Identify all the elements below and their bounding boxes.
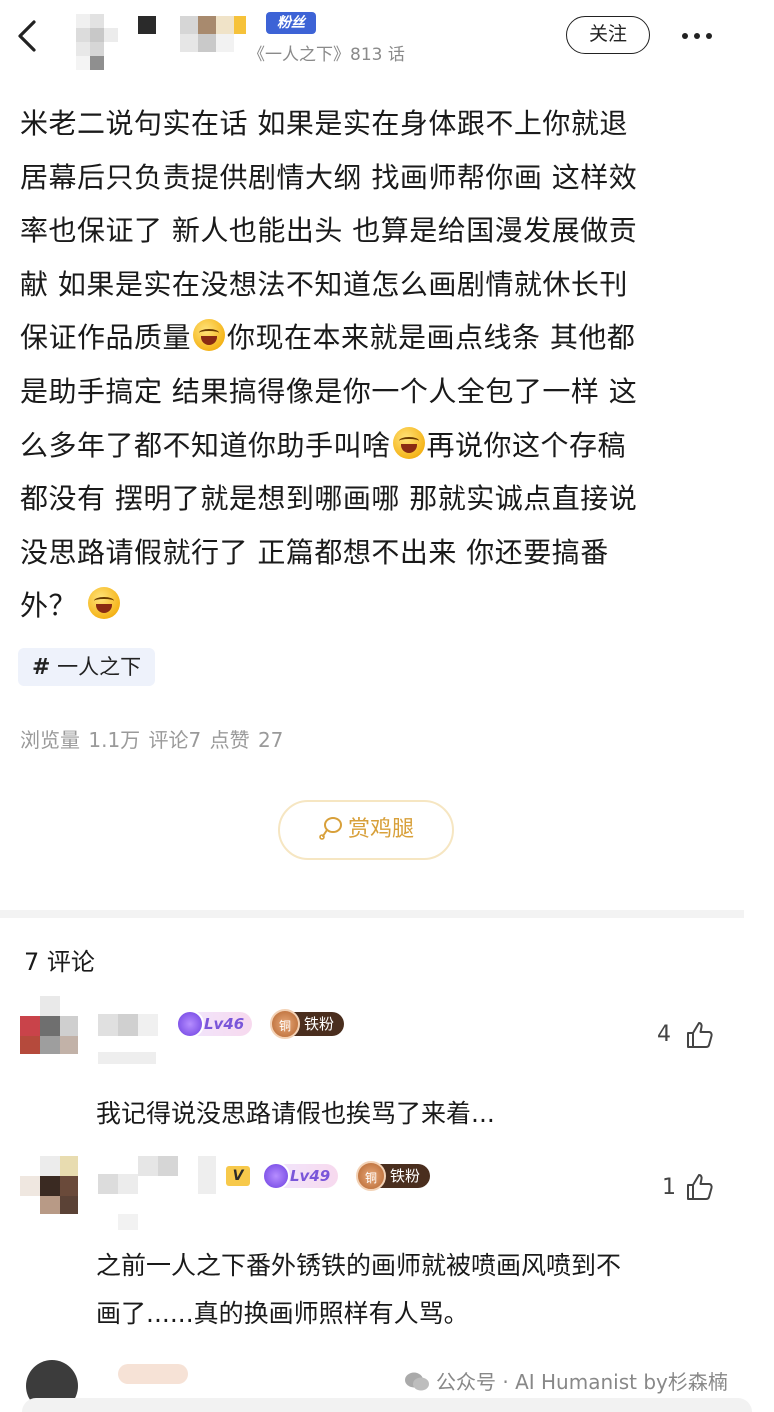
post-stats: 浏览量 1.1万 评论7 点赞 27 xyxy=(20,728,284,752)
laugh-cry-emoji-icon xyxy=(193,319,226,352)
reward-button[interactable]: 赏鸡腿 xyxy=(278,800,454,860)
commenter-name[interactable] xyxy=(98,1014,158,1038)
post-line-segment: 外？ xyxy=(20,589,78,623)
post-line: 率也保证了 新人也能出头 也算是给国漫发展做贡 xyxy=(20,214,638,248)
level-label: Lv49 xyxy=(290,1167,331,1185)
level-icon xyxy=(262,1162,290,1190)
post-line: 么多年了都不知道你助手叫啥 再说你这个存稿 xyxy=(20,419,734,473)
comment-text: 之前一人之下番外锈铁的画师就被喷画风喷到不 画了......真的换画师照样有人骂… xyxy=(96,1242,621,1338)
post-line-segment: 你现在本来就是画点线条 其他都 xyxy=(227,321,636,355)
thumb-up-icon[interactable] xyxy=(684,1172,714,1202)
post-content: 米老二说句实在话 如果是实在身体跟不上你就退 居幕后只负责提供剧情大纲 找画师帮… xyxy=(20,97,734,633)
commenter-avatar[interactable] xyxy=(20,1156,78,1214)
comment-meta-blur xyxy=(98,1052,156,1064)
commenter-name[interactable] xyxy=(98,1156,218,1230)
topic-tag[interactable]: # 一人之下 xyxy=(18,648,156,686)
fan-level-badge: 铜 铁粉 xyxy=(270,1009,345,1039)
author-name[interactable] xyxy=(136,14,248,54)
fan-level-label: 铁粉 xyxy=(304,1015,335,1033)
fan-level-badge: 铜 铁粉 xyxy=(356,1161,431,1191)
medal-icon: 铜 xyxy=(270,1009,300,1039)
user-level-badge xyxy=(118,1364,188,1384)
user-level-badge: Lv46 xyxy=(176,1010,253,1038)
fan-level-label: 铁粉 xyxy=(390,1167,421,1185)
laugh-cry-emoji-icon xyxy=(88,587,121,620)
post-line: 米老二说句实在话 如果是实在身体跟不上你就退 xyxy=(20,107,628,140)
post-line-segment: 保证作品质量 xyxy=(20,321,192,355)
medal-icon: 铜 xyxy=(356,1161,386,1191)
bottom-input-bar[interactable] xyxy=(22,1398,752,1412)
follow-button[interactable]: 关注 xyxy=(566,16,650,54)
laugh-cry-emoji-icon xyxy=(392,426,425,459)
back-arrow-icon[interactable] xyxy=(14,18,44,54)
comment-text: 我记得说没思路请假也挨骂了来着... xyxy=(96,1099,495,1128)
post-line: 献 如果是实在没想法不知道怎么画剧情就休长刊 xyxy=(20,267,628,301)
drumstick-icon xyxy=(319,817,342,840)
post-line: 保证作品质量 你现在本来就是画点线条 其他都 xyxy=(20,311,734,365)
hash-icon: # xyxy=(32,655,51,680)
section-divider xyxy=(0,910,744,918)
series-chapter-info[interactable]: 《一人之下》813 话 xyxy=(248,40,405,65)
level-icon xyxy=(176,1010,204,1038)
like-count: 4 xyxy=(657,1022,671,1047)
post-line: 都没有 摆明了就是想到哪画哪 那就实诚点直接说 xyxy=(20,482,638,516)
comments-title: 7 评论 xyxy=(24,948,95,976)
topic-label: 一人之下 xyxy=(57,655,142,679)
author-avatar[interactable] xyxy=(76,14,120,72)
post-line: 没思路请假就行了 正篇都想不出来 你还要搞番 xyxy=(20,535,609,569)
user-level-badge: Lv49 xyxy=(262,1162,339,1190)
vip-badge: V xyxy=(226,1166,250,1186)
post-line: 外？ xyxy=(20,579,734,633)
post-line: 是助手搞定 结果搞得像是你一个人全包了一样 这 xyxy=(20,374,638,408)
post-line-segment: 再说你这个存稿 xyxy=(426,428,627,462)
comment-text-line: 之前一人之下番外锈铁的画师就被喷画风喷到不 xyxy=(96,1251,622,1280)
comment-text-line: 画了......真的换画师照样有人骂。 xyxy=(96,1299,469,1328)
watermark: 公众号 · AI Humanist by杉森楠 xyxy=(404,1366,728,1395)
watermark-text: 公众号 · AI Humanist by杉森楠 xyxy=(436,1370,728,1394)
post-line: 居幕后只负责提供剧情大纲 找画师帮你画 这样效 xyxy=(20,160,638,194)
level-label: Lv46 xyxy=(204,1015,245,1033)
like-count: 1 xyxy=(662,1175,676,1200)
wechat-icon xyxy=(405,1372,429,1391)
fan-badge: 粉丝 xyxy=(266,12,316,34)
reward-label: 赏鸡腿 xyxy=(347,817,414,842)
more-dots-icon[interactable] xyxy=(682,24,718,46)
commenter-avatar[interactable] xyxy=(20,996,78,1054)
post-line-segment: 么多年了都不知道你助手叫啥 xyxy=(20,428,391,462)
thumb-up-icon[interactable] xyxy=(684,1020,714,1050)
